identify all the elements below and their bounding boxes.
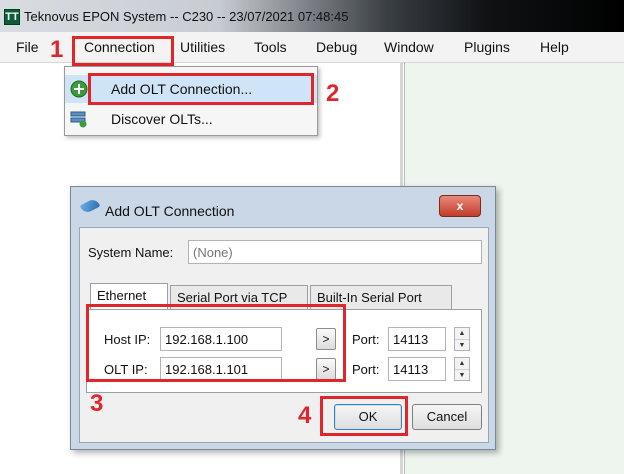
- annotation-box-add-olt: [88, 73, 314, 105]
- add-connection-icon: [70, 80, 88, 98]
- annotation-step-3: 3: [90, 390, 104, 417]
- annotation-step-1: 1: [50, 36, 64, 63]
- spinner-down-icon[interactable]: ▼: [455, 370, 469, 381]
- title-bar: TT Teknovus EPON System -- C230 -- 23/07…: [0, 0, 624, 32]
- menu-utilities[interactable]: Utilities: [180, 39, 225, 55]
- menu-plugins[interactable]: Plugins: [464, 39, 510, 55]
- left-pane: [0, 63, 63, 474]
- dialog-title-bar[interactable]: Add OLT Connection x: [71, 187, 495, 225]
- host-port-label: Port:: [352, 332, 380, 347]
- menu-file[interactable]: File: [16, 39, 39, 55]
- window-title: Teknovus EPON System -- C230 -- 23/07/20…: [24, 9, 349, 24]
- system-name-input[interactable]: [188, 240, 482, 264]
- olt-port-input[interactable]: [388, 357, 446, 381]
- spinner-up-icon[interactable]: ▲: [455, 328, 469, 340]
- cancel-button[interactable]: Cancel: [412, 404, 482, 430]
- menu-item-discover-olts[interactable]: Discover OLTs...: [65, 105, 317, 133]
- menu-item-label: Discover OLTs...: [111, 111, 213, 127]
- menu-debug[interactable]: Debug: [316, 39, 357, 55]
- annotation-step-2: 2: [326, 80, 340, 107]
- dialog-title: Add OLT Connection: [105, 203, 235, 219]
- app-icon: TT: [4, 9, 20, 25]
- host-port-spinner[interactable]: ▲ ▼: [454, 327, 470, 351]
- menu-help[interactable]: Help: [540, 39, 569, 55]
- spinner-down-icon[interactable]: ▼: [455, 340, 469, 351]
- spinner-up-icon[interactable]: ▲: [455, 358, 469, 370]
- annotation-box-connection: [72, 36, 174, 66]
- annotation-box-ok: [320, 396, 408, 436]
- annotation-step-4: 4: [298, 402, 312, 429]
- menu-tools[interactable]: Tools: [254, 39, 287, 55]
- connection-plug-icon: [79, 197, 101, 215]
- olt-port-label: Port:: [352, 362, 380, 377]
- close-button[interactable]: x: [439, 195, 481, 217]
- discover-olts-icon: [70, 111, 87, 128]
- annotation-box-ip-fields: [86, 304, 346, 382]
- menu-window[interactable]: Window: [384, 39, 434, 55]
- system-name-label: System Name:: [88, 245, 174, 260]
- host-port-input[interactable]: [388, 327, 446, 351]
- olt-port-spinner[interactable]: ▲ ▼: [454, 357, 470, 381]
